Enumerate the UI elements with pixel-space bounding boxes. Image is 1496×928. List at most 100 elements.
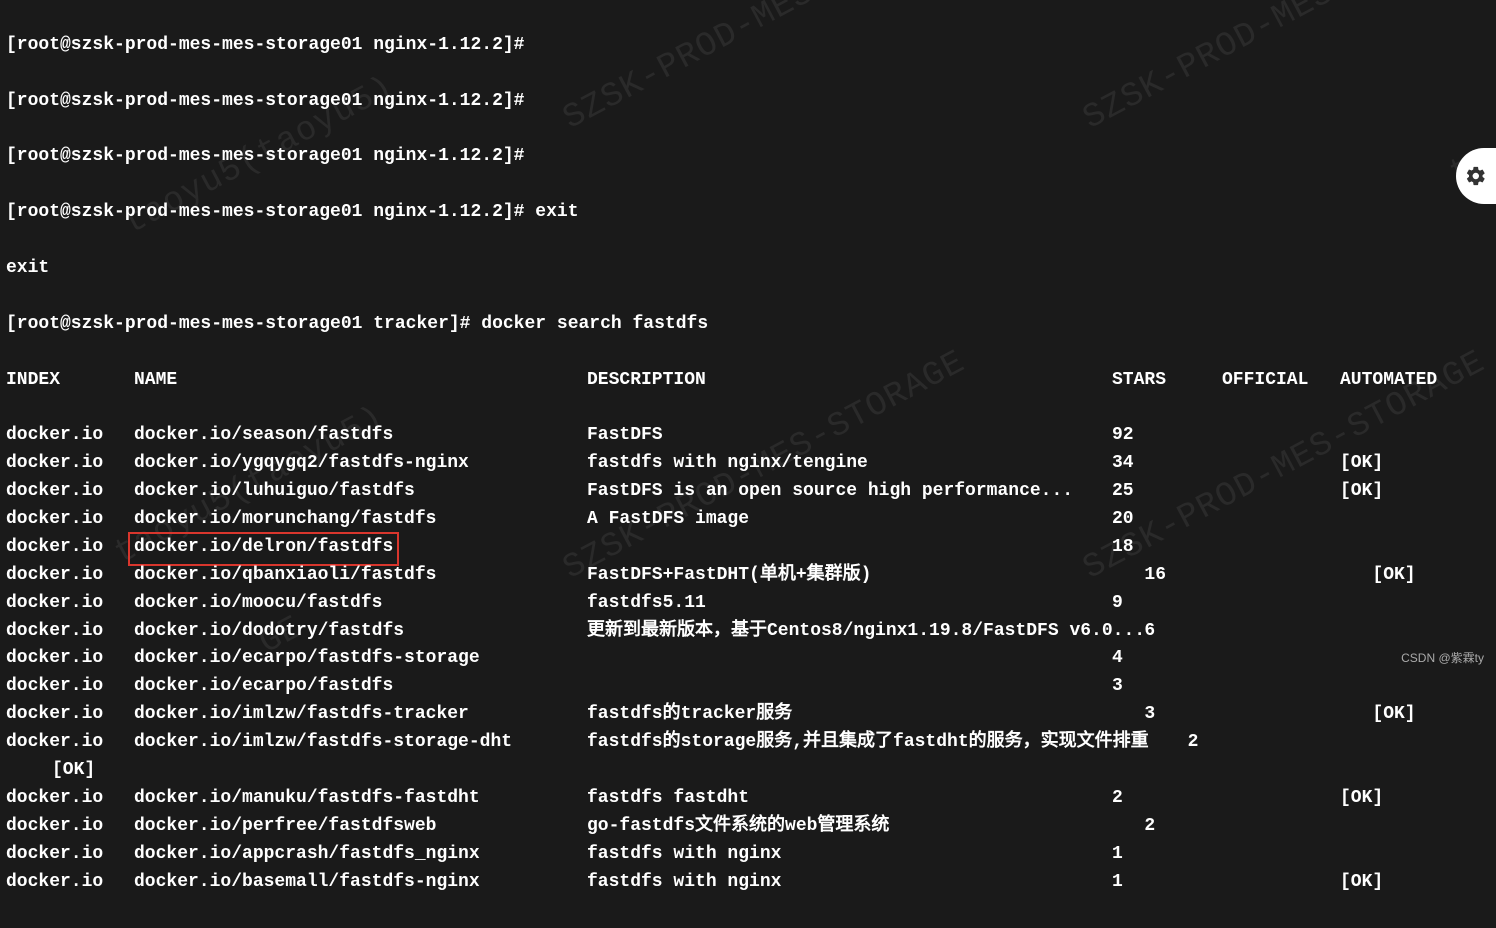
- header-automated: AUTOMATED: [1340, 367, 1437, 395]
- stars-cell: 25: [1112, 478, 1222, 506]
- stars-cell: 34: [1112, 450, 1222, 478]
- table-row: docker.iodocker.io/basemall/fastdfs-ngin…: [6, 869, 1490, 897]
- description-cell: A FastDFS image: [587, 506, 1112, 534]
- automated-cell: [OK]: [1340, 562, 1416, 590]
- stars-cell: 2: [1112, 785, 1222, 813]
- table-row: docker.iodocker.io/appcrash/fastdfs_ngin…: [6, 841, 1490, 869]
- image-name: docker.io/ecarpo/fastdfs: [134, 673, 587, 701]
- header-stars: STARS: [1112, 367, 1222, 395]
- index-cell: docker.io: [6, 729, 134, 757]
- table-row: docker.iodocker.io/season/fastdfsFastDFS…: [6, 422, 1490, 450]
- index-cell: docker.io: [6, 534, 134, 562]
- description-cell: fastdfs with nginx: [587, 869, 1112, 897]
- table-row: docker.iodocker.io/ygqygq2/fastdfs-nginx…: [6, 450, 1490, 478]
- stars-cell: 9: [1112, 590, 1222, 618]
- description-cell: fastdfs5.11: [587, 590, 1112, 618]
- header-official: OFFICIAL: [1222, 367, 1340, 395]
- prompt-line: [root@szsk-prod-mes-mes-storage01 nginx-…: [6, 88, 1490, 116]
- table-row: docker.iodocker.io/perfree/fastdfswebgo-…: [6, 813, 1490, 841]
- table-row: docker.iodocker.io/imlzw/fastdfs-tracker…: [6, 701, 1490, 729]
- description-cell: 更新到最新版本，基于Centos8/nginx1.19.8/FastDFS v6…: [587, 618, 1112, 646]
- prompt-line: [root@szsk-prod-mes-mes-storage01 nginx-…: [6, 32, 1490, 60]
- stars-cell: 16: [1112, 562, 1222, 590]
- prompt-line: [root@szsk-prod-mes-mes-storage01 nginx-…: [6, 199, 1490, 227]
- stars-cell: 20: [1112, 506, 1222, 534]
- image-name: docker.io/moocu/fastdfs: [134, 590, 587, 618]
- automated-cell: [OK]: [1340, 478, 1383, 506]
- terminal-output[interactable]: [root@szsk-prod-mes-mes-storage01 nginx-…: [0, 0, 1496, 928]
- index-cell: docker.io: [6, 590, 134, 618]
- index-cell: docker.io: [6, 506, 134, 534]
- table-row: docker.iodocker.io/moocu/fastdfsfastdfs5…: [6, 590, 1490, 618]
- table-row: docker.iodocker.io/ecarpo/fastdfs-storag…: [6, 645, 1490, 673]
- stars-cell: 3: [1112, 673, 1222, 701]
- automated-cell: [OK]: [52, 757, 95, 785]
- description-cell: FastDFS+FastDHT(单机+集群版): [587, 562, 1112, 590]
- image-name: docker.io/qbanxiaoli/fastdfs: [134, 562, 587, 590]
- index-cell: docker.io: [6, 562, 134, 590]
- index-cell: docker.io: [6, 618, 134, 646]
- table-row: docker.iodocker.io/luhuiguo/fastdfsFastD…: [6, 478, 1490, 506]
- table-row: docker.iodocker.io/morunchang/fastdfsA F…: [6, 506, 1490, 534]
- header-name: NAME: [134, 367, 587, 395]
- automated-cell: [OK]: [1340, 869, 1383, 897]
- image-name: docker.io/imlzw/fastdfs-storage-dht: [134, 729, 587, 757]
- stars-cell: 18: [1112, 534, 1222, 562]
- image-name: docker.io/manuku/fastdfs-fastdht: [134, 785, 587, 813]
- image-name: docker.io/perfree/fastdfsweb: [134, 813, 587, 841]
- image-name: docker.io/ygqygq2/fastdfs-nginx: [134, 450, 587, 478]
- exit-output: exit: [6, 255, 1490, 283]
- description-cell: go-fastdfs文件系统的web管理系统: [587, 813, 1112, 841]
- table-row: docker.iodocker.io/qbanxiaoli/fastdfsFas…: [6, 562, 1490, 590]
- stars-cell: 1: [1112, 869, 1222, 897]
- description-cell: FastDFS is an open source high performan…: [587, 478, 1112, 506]
- automated-cell: [OK]: [1340, 450, 1383, 478]
- table-header-row: INDEXNAMEDESCRIPTIONSTARSOFFICIALAUTOMAT…: [6, 367, 1490, 395]
- header-index: INDEX: [6, 367, 134, 395]
- index-cell: docker.io: [6, 673, 134, 701]
- index-cell: docker.io: [6, 813, 134, 841]
- csdn-watermark: CSDN @紫霖ty: [1401, 649, 1484, 668]
- index-cell: docker.io: [6, 869, 134, 897]
- description-cell: fastdfs with nginx: [587, 841, 1112, 869]
- image-name: docker.io/dodotry/fastdfs: [134, 618, 587, 646]
- index-cell: docker.io: [6, 841, 134, 869]
- stars-cell: 1: [1112, 841, 1222, 869]
- image-name: docker.io/imlzw/fastdfs-tracker: [134, 701, 587, 729]
- stars-cell: 2: [1112, 813, 1222, 841]
- index-cell: docker.io: [6, 422, 134, 450]
- description-cell: FastDFS: [587, 422, 1112, 450]
- stars-cell: 92: [1112, 422, 1222, 450]
- gear-icon: [1465, 165, 1487, 187]
- image-name: docker.io/luhuiguo/fastdfs: [134, 478, 587, 506]
- description-cell: fastdfs with nginx/tengine: [587, 450, 1112, 478]
- description-cell: fastdfs的storage服务,并且集成了fastdht的服务，实现文件排重: [587, 729, 1112, 757]
- index-cell: docker.io: [6, 478, 134, 506]
- description-cell: fastdfs的tracker服务: [587, 701, 1112, 729]
- index-cell: docker.io: [6, 645, 134, 673]
- index-cell: docker.io: [6, 785, 134, 813]
- image-name: docker.io/ecarpo/fastdfs-storage: [134, 645, 587, 673]
- description-cell: fastdfs fastdht: [587, 785, 1112, 813]
- stars-cell: 6: [1112, 618, 1222, 646]
- prompt-line: [root@szsk-prod-mes-mes-storage01 nginx-…: [6, 143, 1490, 171]
- image-name: docker.io/basemall/fastdfs-nginx: [134, 869, 587, 897]
- table-row: docker.iodocker.io/manuku/fastdfs-fastdh…: [6, 785, 1490, 813]
- image-name: docker.io/season/fastdfs: [134, 422, 587, 450]
- table-row: docker.iodocker.io/delron/fastdfs18: [6, 534, 1490, 562]
- index-cell: docker.io: [6, 701, 134, 729]
- table-row: docker.iodocker.io/dodotry/fastdfs更新到最新版…: [6, 618, 1490, 646]
- image-name: docker.io/morunchang/fastdfs: [134, 506, 587, 534]
- table-row: docker.iodocker.io/imlzw/fastdfs-storage…: [6, 729, 1490, 757]
- stars-cell: 4: [1112, 645, 1222, 673]
- table-row: docker.iodocker.io/ecarpo/fastdfs 3: [6, 673, 1490, 701]
- docker-search-command: [root@szsk-prod-mes-mes-storage01 tracke…: [6, 311, 1490, 339]
- header-description: DESCRIPTION: [587, 367, 1112, 395]
- highlighted-image-name: docker.io/delron/fastdfs: [128, 532, 399, 566]
- automated-cell: [OK]: [1340, 701, 1416, 729]
- stars-cell: 2: [1112, 729, 1222, 757]
- automated-cell: [OK]: [1340, 785, 1383, 813]
- stars-cell: 3: [1112, 701, 1222, 729]
- index-cell: docker.io: [6, 450, 134, 478]
- table-row-wrap: [OK]: [6, 757, 1490, 785]
